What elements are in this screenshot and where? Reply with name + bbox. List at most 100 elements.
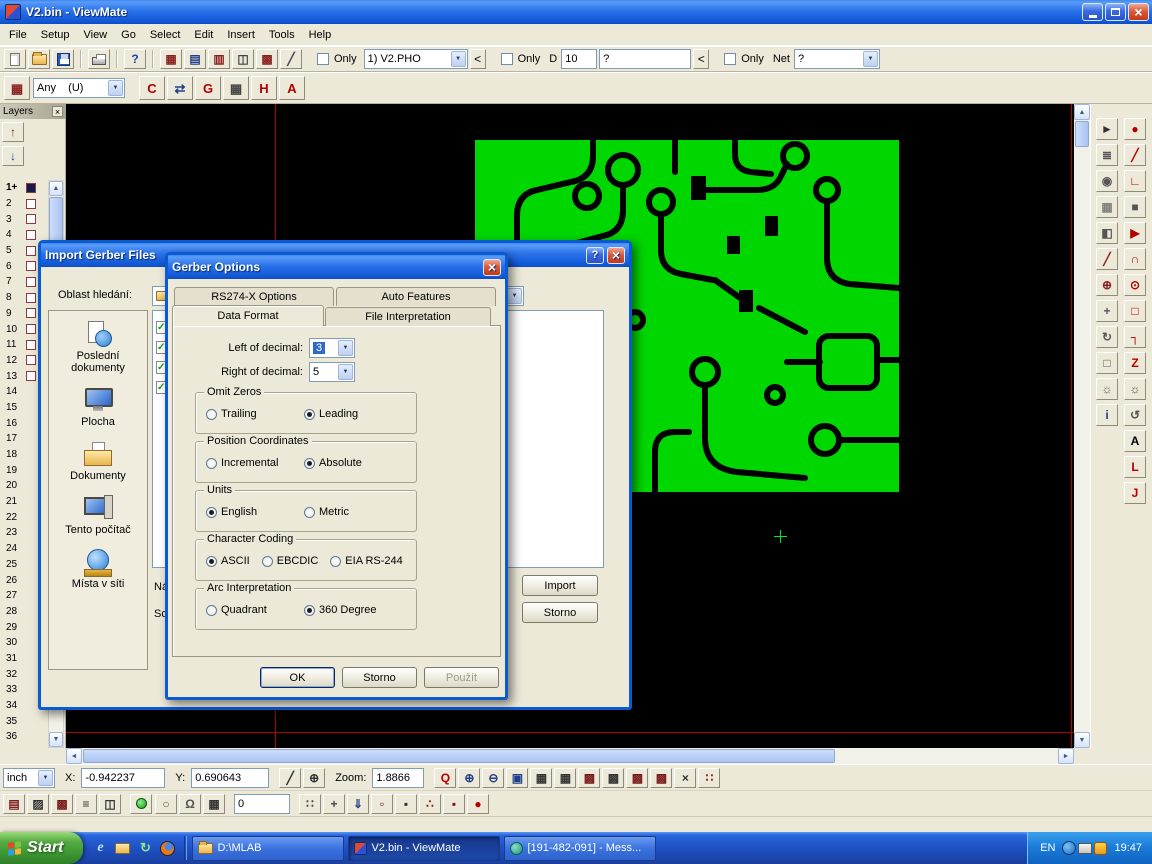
new-file-button[interactable] [4, 49, 26, 69]
chevron-down-icon[interactable] [338, 364, 353, 380]
draw-arrow-button[interactable]: ▶ [1124, 222, 1146, 244]
place-m-sta-v-s-ti[interactable]: Místa v síti [52, 549, 144, 590]
draw-line-button[interactable]: ╱ [1124, 144, 1146, 166]
dcode-value-field[interactable]: 10 [561, 49, 597, 69]
sync-shortcut-icon[interactable] [137, 840, 153, 856]
red-dot-button[interactable]: ● [467, 794, 489, 814]
zoom-select-button[interactable]: Q [434, 768, 456, 788]
layer-color-chip[interactable] [26, 230, 36, 240]
pattern-e-button[interactable]: ▫ [371, 794, 393, 814]
rotate-ccw-button[interactable]: ↺ [1124, 404, 1146, 426]
layer-move-up-button[interactable]: ↑ [2, 122, 24, 142]
menu-tools[interactable]: Tools [262, 26, 302, 44]
layer-row-2[interactable]: 2 [2, 196, 48, 212]
pattern-a-button[interactable]: ▩ [578, 768, 600, 788]
menu-setup[interactable]: Setup [34, 26, 77, 44]
layer-color-chip[interactable] [26, 214, 36, 224]
fill-view-button[interactable]: ▩ [256, 49, 278, 69]
place-tento-po-ta[interactable]: Tento počítač [52, 495, 144, 536]
measure-button[interactable]: ╱ [280, 49, 302, 69]
swap-tool-button[interactable]: ⇄ [167, 76, 193, 100]
menu-view[interactable]: View [76, 26, 114, 44]
cancel-button[interactable]: Storno [522, 602, 598, 623]
chevron-down-icon[interactable] [507, 288, 522, 304]
zoom-box-button[interactable]: □ [1096, 352, 1118, 374]
ime-tray-icon[interactable] [1078, 843, 1092, 854]
checker-pattern-button[interactable]: ▩ [51, 794, 73, 814]
measure-line-button[interactable]: ╱ [1096, 248, 1118, 270]
grid-cell-button[interactable]: ▦ [203, 794, 225, 814]
x-coordinate-field[interactable]: -0.942237 [81, 768, 165, 788]
close-button[interactable] [1128, 3, 1149, 21]
draw-rect-button[interactable]: □ [1124, 300, 1146, 322]
vertical-scrollbar[interactable] [1074, 104, 1090, 748]
only-dcode-checkbox[interactable] [501, 53, 513, 65]
zoom-out-button[interactable]: ⊖ [482, 768, 504, 788]
close-icon[interactable] [607, 247, 625, 264]
chevron-down-icon[interactable] [108, 80, 123, 96]
layer-color-chip[interactable] [26, 199, 36, 209]
pad-highlight-button[interactable]: ◉ [1096, 170, 1118, 192]
probe-button[interactable]: Ω [179, 794, 201, 814]
radio-incremental[interactable]: Incremental [206, 457, 292, 469]
draw-pad-button[interactable]: ● [1124, 118, 1146, 140]
radio-metric[interactable]: Metric [304, 506, 349, 518]
layer-color-chip[interactable] [26, 308, 36, 318]
pattern-f-button[interactable]: ▪ [395, 794, 417, 814]
drop-down-button[interactable]: ⇓ [347, 794, 369, 814]
menu-file[interactable]: File [2, 26, 34, 44]
place-posledn-dokumenty[interactable]: Poslední dokumenty [52, 321, 144, 374]
grid-table-button[interactable]: ▦ [530, 768, 552, 788]
update-tray-icon[interactable] [1094, 842, 1107, 855]
scroll-down-icon[interactable] [49, 732, 63, 747]
layer-row-1[interactable]: 1+ [2, 180, 48, 196]
chevron-down-icon[interactable] [38, 770, 53, 786]
radio-english[interactable]: English [206, 506, 292, 518]
dot-grid-button[interactable]: ∷ [299, 794, 321, 814]
horizontal-scrollbar[interactable] [66, 748, 1074, 764]
scroll-left-icon[interactable] [66, 748, 82, 764]
tab-file-interpretation[interactable]: File Interpretation [325, 307, 491, 326]
import-button[interactable]: Import [522, 575, 598, 596]
rotate-button[interactable]: ↻ [1096, 326, 1118, 348]
layer-color-chip[interactable] [26, 355, 36, 365]
radio-ebcdic[interactable]: EBCDIC [262, 555, 319, 567]
radio-quadrant[interactable]: Quadrant [206, 604, 292, 616]
browser-shortcut-icon[interactable] [160, 841, 175, 856]
folder-shortcut-icon[interactable] [115, 843, 130, 854]
cancel-button[interactable]: Storno [342, 667, 417, 688]
menu-edit[interactable]: Edit [187, 26, 220, 44]
layer-row-35[interactable]: 35 [2, 713, 48, 729]
layer-move-down-button[interactable]: ↓ [2, 146, 24, 166]
layer-row-3[interactable]: 3 [2, 211, 48, 227]
layer-stack-button[interactable]: ≣ [1096, 144, 1118, 166]
pattern-h-button[interactable]: ▪ [443, 794, 465, 814]
open-file-button[interactable] [28, 49, 50, 69]
tab-data-format[interactable]: Data Format [172, 305, 324, 326]
stripe-pattern-button[interactable]: ≡ [75, 794, 97, 814]
place-dokumenty[interactable]: Dokumenty [52, 441, 144, 482]
highlight-tool-button[interactable]: H [251, 76, 277, 100]
chevron-down-icon[interactable] [338, 340, 353, 356]
task-d-mlab[interactable]: D:\MLAB [192, 836, 344, 861]
grid-table-alt-button[interactable]: ▦ [554, 768, 576, 788]
language-indicator[interactable]: EN [1040, 842, 1055, 854]
help-button[interactable]: ? [586, 247, 604, 264]
text-tool-button[interactable]: A [279, 76, 305, 100]
pattern-c-button[interactable]: ▩ [626, 768, 648, 788]
scroll-up-icon[interactable] [1074, 104, 1090, 120]
clock[interactable]: 19:47 [1114, 842, 1142, 854]
save-file-button[interactable] [52, 49, 74, 69]
draw-arc-button[interactable]: ∩ [1124, 248, 1146, 270]
circle-tool-button[interactable]: C [139, 76, 165, 100]
unit-select[interactable]: inch [3, 768, 55, 788]
fill-mode-button[interactable]: ▦ [1096, 196, 1118, 218]
zoom-value-field[interactable]: 1.8866 [372, 768, 424, 788]
redraw-light-button[interactable] [130, 794, 152, 814]
chevron-down-icon[interactable] [863, 51, 878, 67]
layer-row-36[interactable]: 36 [2, 729, 48, 745]
radio-eia-rs-244[interactable]: EIA RS-244 [330, 555, 402, 567]
origin-button[interactable]: ⊕ [1096, 274, 1118, 296]
tab-rs274-x-options[interactable]: RS274-X Options [174, 287, 334, 306]
dcode-prev-button[interactable]: < [693, 49, 709, 69]
